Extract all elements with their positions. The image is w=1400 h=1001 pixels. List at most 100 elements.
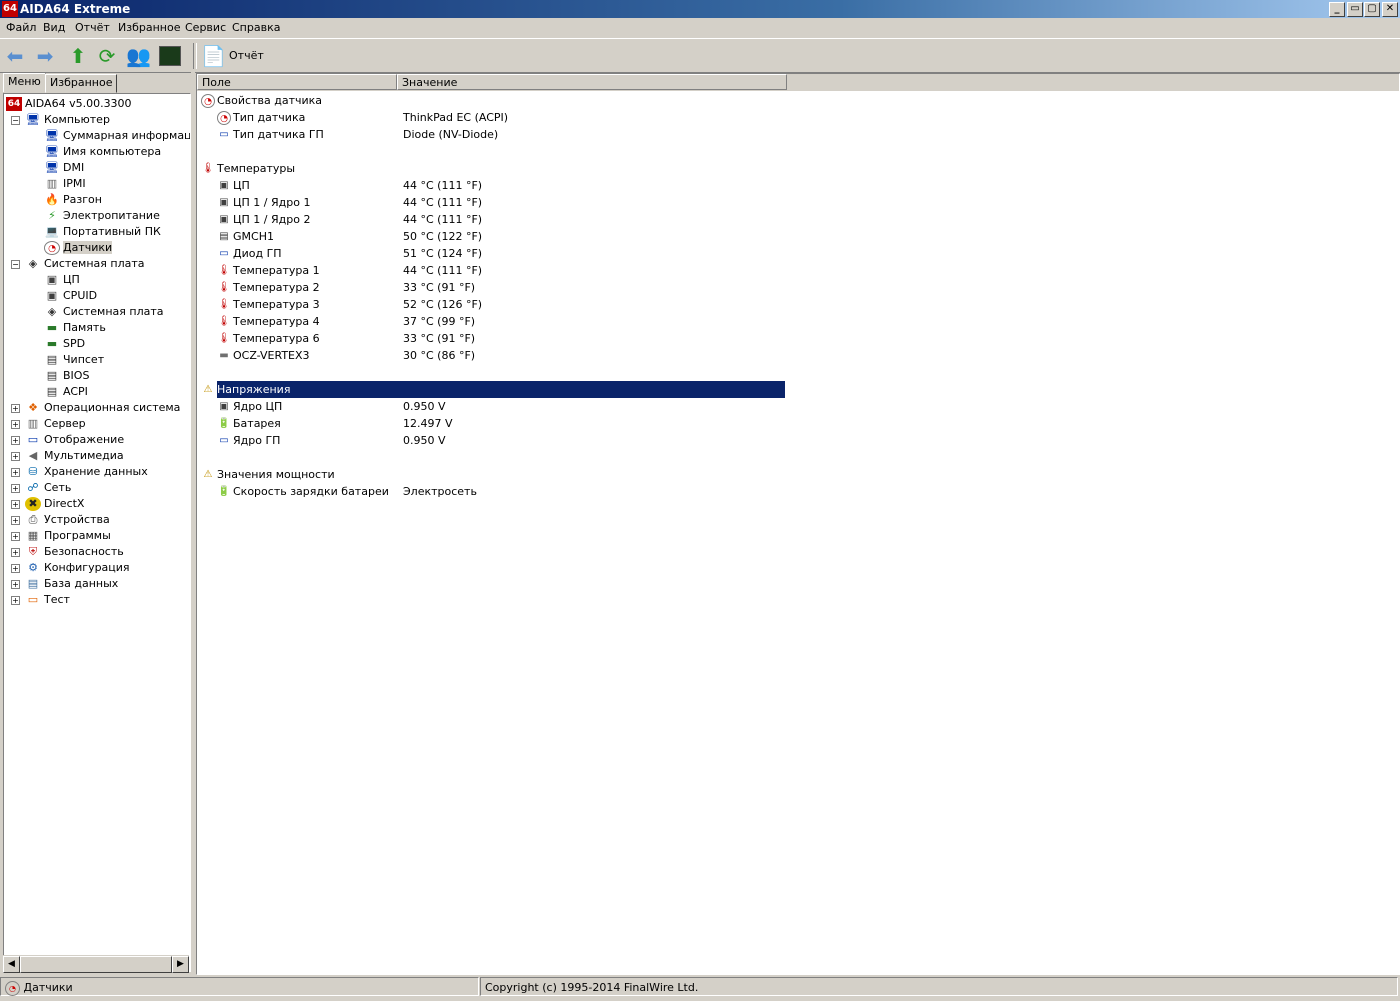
tree-item[interactable]: ▤ База данных [25,576,119,592]
tree-item[interactable]: ⚙ Конфигурация [25,560,130,576]
tree-item[interactable]: ✖ DirectX [25,496,84,512]
expand-toggle[interactable]: + [11,532,20,541]
list-group-header[interactable]: ◔ Свойства датчика [201,92,322,109]
scroll-right-button[interactable]: ▶ [172,956,189,973]
tree-item[interactable]: ▣ ЦП [44,272,80,288]
list-row[interactable]: ▭ Ядро ГП 0.950 V [217,432,445,449]
tree-horizontal-scrollbar[interactable]: ◀ ▶ [3,955,189,973]
list-row[interactable]: ▣ ЦП 1 / Ядро 1 44 °C (111 °F) [217,194,482,211]
expand-toggle[interactable]: + [11,580,20,589]
details-list[interactable]: Поле Значение ◔ Свойства датчика ◔ Тип датч… [196,73,1400,975]
collapse-toggle[interactable]: − [11,260,20,269]
tree-item[interactable]: ▥ IPMI [44,176,86,192]
cpu-icon: ▣ [219,401,229,412]
expand-toggle[interactable]: + [11,436,20,445]
list-row[interactable]: ▭ Тип датчика ГП Diode (NV-Diode) [217,126,498,143]
column-header-value[interactable]: Значение [397,74,787,90]
tree-item[interactable]: ◔ Датчики [44,240,113,256]
tree-item[interactable]: ▥ Сервер [25,416,86,432]
list-row[interactable]: ▣ Ядро ЦП 0.950 V [217,398,445,415]
tree-item[interactable]: ⎙ Устройства [25,512,110,528]
tree-item[interactable]: ▬ SPD [44,336,85,352]
list-row[interactable]: 🌡 Температура 3 52 °C (126 °F) [217,296,482,313]
tree-item[interactable]: ⛨ Безопасность [25,544,124,560]
column-header-field[interactable]: Поле [197,74,397,90]
expand-toggle[interactable]: + [11,420,20,429]
menu-view[interactable]: Вид [43,21,65,34]
tab-favorites[interactable]: Избранное [45,74,118,93]
tree-item[interactable]: 💻 Портативный ПК [44,224,161,240]
tree-item[interactable]: ❖ Операционная система [25,400,180,416]
expand-toggle[interactable]: + [11,452,20,461]
expand-toggle[interactable]: + [11,484,20,493]
back-arrow-icon[interactable]: ⬅ [3,44,27,68]
expand-toggle[interactable]: + [11,468,20,477]
list-group-header[interactable]: 🌡 Температуры [201,160,295,177]
tree-item[interactable]: ◀ Мультимедиа [25,448,124,464]
expand-toggle[interactable]: + [11,564,20,573]
tree-item[interactable]: 64 AIDA64 v5.00.3300 [6,96,132,112]
list-row[interactable]: ▤ GMCH1 50 °C (122 °F) [217,228,482,245]
tree-item[interactable]: ◈ Системная плата [44,304,164,320]
list-row[interactable]: 🌡 Температура 1 44 °C (111 °F) [217,262,482,279]
scroll-left-button[interactable]: ◀ [3,956,20,973]
tree-item[interactable]: 🖥 DMI [44,160,84,176]
monitor-graph-icon[interactable] [157,44,181,68]
tree-item[interactable]: ▤ Чипсет [44,352,104,368]
expand-toggle[interactable]: + [11,516,20,525]
list-row[interactable]: ▣ ЦП 44 °C (111 °F) [217,177,482,194]
tree-item[interactable]: ▣ CPUID [44,288,97,304]
close-button[interactable]: ✕ [1382,2,1398,17]
scroll-thumb[interactable] [20,956,172,973]
tree-item[interactable]: ▤ ACPI [44,384,88,400]
list-row[interactable]: 🌡 Температура 2 33 °C (91 °F) [217,279,475,296]
minimize-button[interactable]: _ [1329,2,1345,17]
collapse-toggle[interactable]: − [11,116,20,125]
tree-item[interactable]: ▦ Программы [25,528,111,544]
tree-item[interactable]: 🖥 Имя компьютера [44,144,161,160]
tree-item[interactable]: ☍ Сеть [25,480,71,496]
maximize-button[interactable]: ▢ [1364,2,1380,17]
tree-item[interactable]: ◈ Системная плата [25,256,145,272]
tab-menu[interactable]: Меню [3,73,46,92]
list-row[interactable]: ▣ ЦП 1 / Ядро 2 44 °C (111 °F) [217,211,482,228]
menu-service[interactable]: Сервис [185,21,226,34]
tree-item[interactable]: ▤ BIOS [44,368,90,384]
refresh-icon[interactable]: ⟳ [95,44,119,68]
field-name: Температура 3 [233,298,320,311]
tree-item[interactable]: 🔥 Разгон [44,192,102,208]
menu-file[interactable]: Файл [6,21,36,34]
menu-help[interactable]: Справка [232,21,280,34]
list-row[interactable]: ◔ Тип датчика ThinkPad EC (ACPI) [217,109,508,126]
panel-splitter[interactable] [191,72,195,975]
tree-item[interactable]: ▭ Тест [25,592,70,608]
list-group-header[interactable]: ⚠ Значения мощности [201,466,335,483]
expand-toggle[interactable]: + [11,548,20,557]
tree-item[interactable]: 🖥 Суммарная информация [44,128,190,144]
list-row[interactable]: 🔋 Скорость зарядки батареи Электросеть [217,483,477,500]
report-button-label[interactable]: Отчёт [229,49,264,62]
list-row[interactable]: ▬ OCZ-VERTEX3 30 °C (86 °F) [217,347,475,364]
list-row[interactable]: 🌡 Температура 6 33 °C (91 °F) [217,330,475,347]
expand-toggle[interactable]: + [11,404,20,413]
expand-toggle[interactable]: + [11,500,20,509]
toolbar-separator [193,43,197,69]
menu-favorites[interactable]: Избранное [118,21,180,34]
tree-item[interactable]: ⚡ Электропитание [44,208,160,224]
list-group-header[interactable]: ⚠ Напряжения [201,381,785,398]
forward-arrow-icon[interactable]: ➡ [33,44,57,68]
list-row[interactable]: 🔋 Батарея 12.497 V [217,415,453,432]
report-icon[interactable]: 📄 [201,44,226,68]
menu-report[interactable]: Отчёт [75,21,110,34]
tree-item[interactable]: ▭ Отображение [25,432,124,448]
restore-button[interactable]: ▭ [1347,2,1363,17]
tree-item[interactable]: ⛁ Хранение данных [25,464,147,480]
navigation-tree[interactable]: 64 AIDA64 v5.00.3300− 🖥 Компьютер 🖥 Суммарная… [3,93,191,972]
users-icon[interactable]: 👥 [126,44,151,68]
tree-item[interactable]: 🖥 Компьютер [25,112,110,128]
tree-item[interactable]: ▬ Память [44,320,106,336]
list-row[interactable]: ▭ Диод ГП 51 °C (124 °F) [217,245,482,262]
up-arrow-icon[interactable]: ⬆ [66,44,90,68]
list-row[interactable]: 🌡 Температура 4 37 °C (99 °F) [217,313,475,330]
expand-toggle[interactable]: + [11,596,20,605]
